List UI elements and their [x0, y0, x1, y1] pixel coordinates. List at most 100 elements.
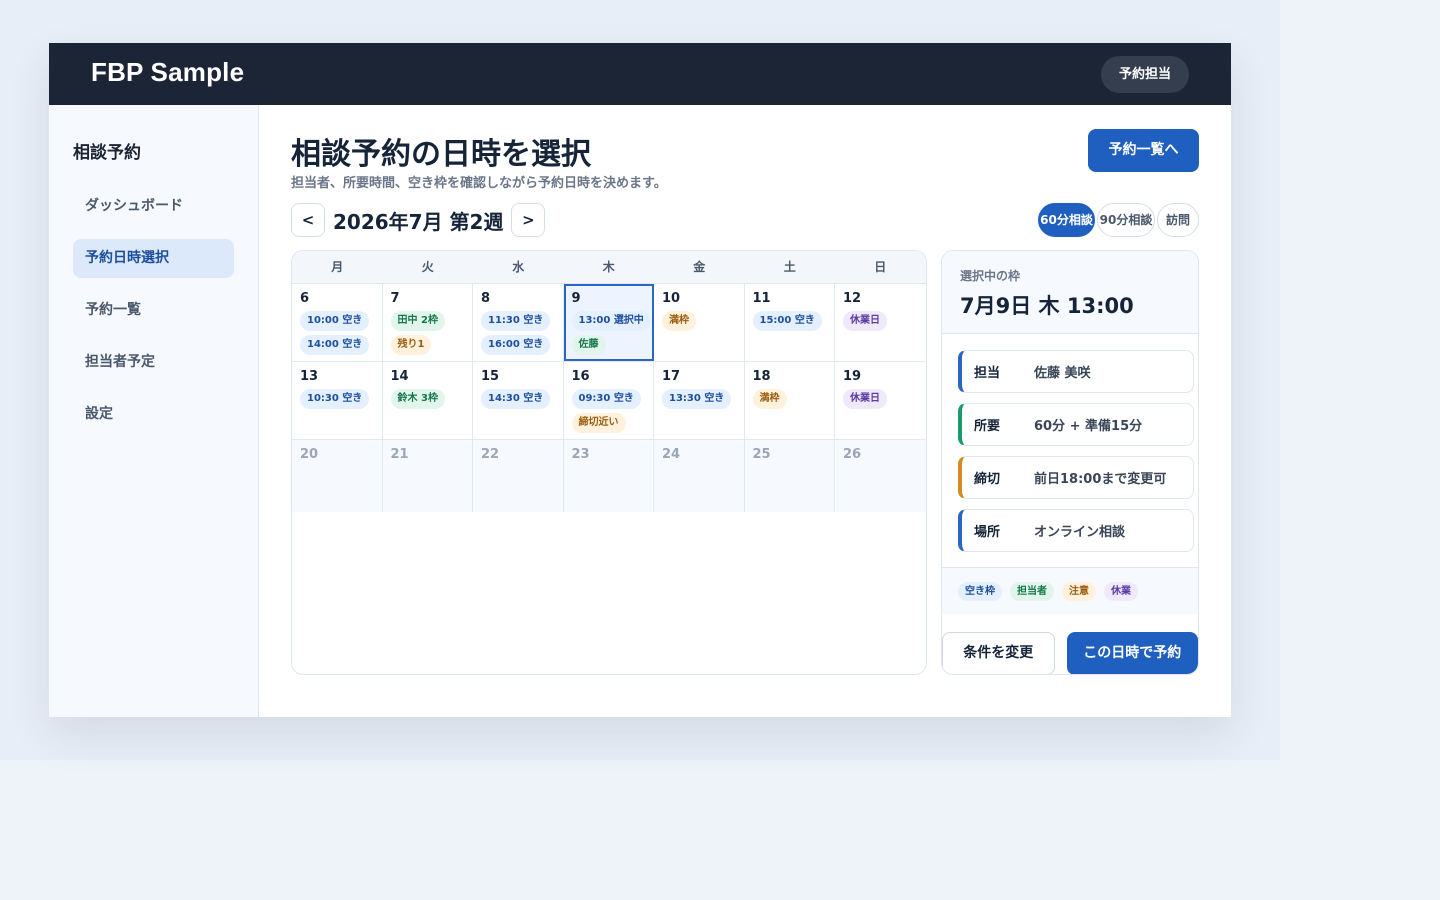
slot-tag[interactable]: 16:00 空き: [481, 335, 551, 355]
page-subtitle: 担当者、所要時間、空き枠を確認しながら予約日時を決めます。: [291, 176, 667, 191]
calendar-weekday-header: 月 火 水 木 金 土 日: [292, 251, 926, 284]
calendar-day[interactable]: 11 15:00 空き: [745, 284, 835, 361]
calendar-day[interactable]: 17 13:30 空き: [654, 362, 745, 439]
day-number: 13: [300, 369, 319, 384]
day-number: 10: [662, 291, 681, 306]
slot-tag[interactable]: 満枠: [752, 389, 787, 409]
calendar-day[interactable]: 25: [744, 440, 835, 512]
legend-warning: 注意: [1062, 582, 1096, 601]
weekday-fri: 金: [693, 260, 706, 274]
detail-location: 場所 オンライン相談: [958, 509, 1194, 552]
day-number: 18: [752, 369, 771, 384]
sidebar-nav: ダッシュボード 予約日時選択 予約一覧 担当者予定 設定: [73, 187, 234, 447]
calendar-day[interactable]: 13 10:30 空き: [292, 362, 383, 439]
next-week-button[interactable]: >: [511, 203, 546, 237]
panel-actions: 条件を変更 この日時で予約: [942, 632, 1198, 674]
calendar-day[interactable]: 15 14:30 空き: [473, 362, 564, 439]
calendar-day[interactable]: 23: [563, 440, 654, 512]
calendar-day[interactable]: 18 満枠: [745, 362, 835, 439]
week-navigation: < 2026年7月 第2週 >: [291, 203, 546, 237]
calendar-day[interactable]: 10 満枠: [654, 284, 745, 361]
day-number: 11: [752, 291, 771, 306]
slot-tag[interactable]: 休業日: [843, 311, 887, 331]
sidebar-item-date-select[interactable]: 予約日時選択: [73, 239, 234, 278]
legend: 空き枠 担当者 注意 休業: [942, 567, 1198, 614]
calendar-week-row: 13 10:30 空き 14 鈴木 3枠 15 14:30 空き 16 09:30 空き 締切近…: [292, 362, 926, 440]
calendar-day[interactable]: 12 休業日: [835, 284, 926, 361]
reservation-list-button[interactable]: 予約一覧へ: [1088, 129, 1199, 172]
day-number: 26: [843, 447, 862, 462]
day-number: 20: [300, 447, 319, 462]
sidebar-title: 相談予約: [73, 143, 141, 163]
duration-tabs: 60分相談 90分相談 訪問: [1038, 203, 1199, 237]
slot-tag[interactable]: 15:00 空き: [752, 311, 822, 331]
slot-tag[interactable]: 田中 2枠: [390, 311, 445, 331]
day-number: 21: [390, 447, 409, 462]
detail-staff: 担当 佐藤 美咲: [958, 350, 1194, 393]
selection-panel: 選択中の枠 7月9日 木 13:00 担当 佐藤 美咲 所要 60分 + 準備1…: [941, 250, 1199, 675]
calendar-day[interactable]: 19 休業日: [835, 362, 926, 439]
legend-closed: 休業: [1104, 582, 1138, 601]
detail-value: 前日18:00まで変更可: [1034, 472, 1167, 487]
sidebar-item-settings[interactable]: 設定: [73, 395, 234, 434]
detail-value: オンライン相談: [1034, 525, 1126, 540]
slot-tag[interactable]: 締切近い: [571, 413, 626, 433]
calendar-day-selected[interactable]: 9 13:00 選択中 佐藤: [563, 284, 654, 361]
week-label: 2026年7月 第2週: [333, 209, 504, 234]
calendar-day[interactable]: 6 10:00 空き 14:00 空き: [292, 284, 383, 361]
sidebar-item-reservations[interactable]: 予約一覧: [73, 291, 234, 330]
tab-60min[interactable]: 60分相談: [1038, 203, 1095, 237]
sidebar-item-staff-schedule[interactable]: 担当者予定: [73, 343, 234, 382]
day-number: 9: [571, 291, 581, 306]
slot-tag[interactable]: 満枠: [662, 311, 696, 331]
slot-tag[interactable]: 10:30 空き: [300, 389, 370, 409]
slot-tag[interactable]: 14:00 空き: [300, 335, 370, 355]
selection-label: 選択中の枠: [960, 269, 1021, 283]
app-window: FBP Sample 予約担当 相談予約 ダッシュボード 予約日時選択 予約一覧…: [49, 43, 1231, 717]
day-number: 17: [662, 369, 681, 384]
calendar-day[interactable]: 26: [835, 440, 926, 512]
calendar-day[interactable]: 16 09:30 空き 締切近い: [564, 362, 654, 439]
calendar-day[interactable]: 24: [654, 440, 745, 512]
calendar-day[interactable]: 8 11:30 空き 16:00 空き: [473, 284, 564, 361]
day-number: 25: [752, 447, 771, 462]
day-number: 16: [571, 369, 590, 384]
day-number: 22: [481, 447, 500, 462]
change-conditions-button[interactable]: 条件を変更: [942, 632, 1055, 674]
sidebar-item-dashboard[interactable]: ダッシュボード: [73, 187, 234, 226]
detail-value: 佐藤 美咲: [1034, 366, 1091, 381]
calendar-week-row: 6 10:00 空き 14:00 空き 7 田中 2枠 残り1 8 11:30 空き 16:00…: [292, 284, 926, 362]
day-number: 23: [571, 447, 590, 462]
tab-visit[interactable]: 訪問: [1157, 203, 1199, 237]
main-content: 相談予約の日時を選択 担当者、所要時間、空き枠を確認しながら予約日時を決めます。…: [291, 105, 1199, 717]
detail-value: 60分 + 準備15分: [1034, 419, 1143, 434]
day-number: 19: [843, 369, 862, 384]
slot-tag[interactable]: 鈴木 3枠: [390, 389, 445, 409]
slot-tag[interactable]: 09:30 空き: [571, 389, 641, 409]
weekday-sun: 日: [874, 260, 887, 274]
page-title: 相談予約の日時を選択: [291, 137, 591, 172]
weekday-sat: 土: [783, 260, 796, 274]
weekday-thu: 木: [602, 260, 615, 274]
calendar-day[interactable]: 14 鈴木 3枠: [383, 362, 473, 439]
calendar-day[interactable]: 7 田中 2枠 残り1: [383, 284, 473, 361]
slot-tag[interactable]: 10:00 空き: [300, 311, 370, 331]
prev-week-button[interactable]: <: [291, 203, 325, 237]
calendar-day[interactable]: 20: [292, 440, 383, 512]
slot-tag[interactable]: 13:00 選択中: [571, 311, 651, 331]
reserve-button[interactable]: この日時で予約: [1066, 632, 1198, 674]
role-badge[interactable]: 予約担当: [1100, 56, 1189, 93]
calendar-day[interactable]: 21: [382, 440, 473, 512]
slot-tag[interactable]: 13:30 空き: [662, 389, 732, 409]
calendar-day[interactable]: 22: [473, 440, 564, 512]
calendar-body: 6 10:00 空き 14:00 空き 7 田中 2枠 残り1 8 11:30 空き 16:00…: [292, 284, 926, 512]
day-number: 14: [390, 369, 409, 384]
slot-tag[interactable]: 残り1: [390, 335, 432, 355]
brand-logo: FBP Sample: [91, 57, 245, 87]
slot-tag[interactable]: 休業日: [843, 389, 887, 409]
top-bar: FBP Sample 予約担当: [49, 43, 1231, 105]
tab-90min[interactable]: 90分相談: [1097, 203, 1155, 237]
slot-tag[interactable]: 佐藤: [571, 335, 606, 355]
slot-tag[interactable]: 14:30 空き: [481, 389, 551, 409]
slot-tag[interactable]: 11:30 空き: [481, 311, 551, 331]
